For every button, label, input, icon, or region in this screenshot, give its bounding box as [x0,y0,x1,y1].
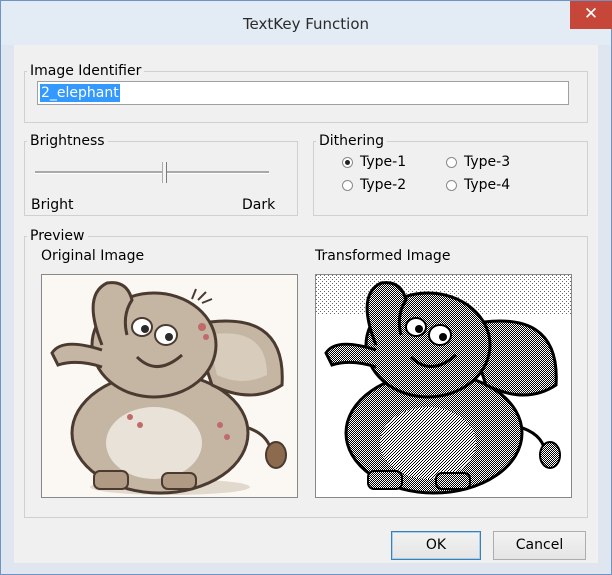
dialog-window: TextKey Function ✕ Image Identifier 2_el… [0,0,612,575]
close-button[interactable]: ✕ [570,1,612,29]
radio-type-4[interactable]: Type-4 [446,177,510,193]
dark-label: Dark [242,197,276,213]
radio-label: Type-4 [464,177,511,193]
preview-group: Preview Original Image Transformed Image [24,228,588,518]
dithering-group: Dithering Type-1 Type-3 Type-2 Type-4 [313,133,588,216]
identifier-legend: Image Identifier [30,63,142,79]
transformed-image [315,274,572,498]
radio-button-icon[interactable] [446,179,457,191]
title-bar[interactable]: TextKey Function ✕ [1,1,612,45]
elephant-dithered-illustration [316,275,571,497]
ok-button[interactable]: OK [391,531,481,560]
brightness-legend: Brightness [30,133,105,149]
cancel-button[interactable]: Cancel [493,531,586,560]
radio-button-icon[interactable] [342,179,353,191]
radio-label: Type-3 [464,154,511,170]
identifier-input[interactable]: 2_elephant [37,81,569,105]
bright-label: Bright [31,197,74,213]
original-image-label: Original Image [41,248,145,264]
dithering-legend: Dithering [319,133,385,149]
brightness-group: Brightness Bright Dark [24,133,298,216]
radio-label: Type-2 [360,177,407,193]
window-title: TextKey Function [242,15,370,33]
identifier-value: 2_elephant [40,84,120,102]
preview-legend: Preview [30,228,85,244]
brightness-slider-thumb[interactable] [162,162,167,183]
dialog-body: Image Identifier 2_elephant Brightness B… [14,45,598,563]
transformed-image-label: Transformed Image [315,248,451,264]
radio-type-3[interactable]: Type-3 [446,154,510,170]
radio-button-icon[interactable] [446,156,457,168]
original-image [41,274,298,498]
radio-type-1[interactable]: Type-1 [342,154,406,170]
elephant-color-illustration [42,275,297,497]
identifier-group: Image Identifier 2_elephant [24,63,588,123]
radio-button-icon[interactable] [342,156,353,168]
brightness-slider-track[interactable] [35,171,269,174]
radio-type-2[interactable]: Type-2 [342,177,406,193]
radio-label: Type-1 [360,154,407,170]
